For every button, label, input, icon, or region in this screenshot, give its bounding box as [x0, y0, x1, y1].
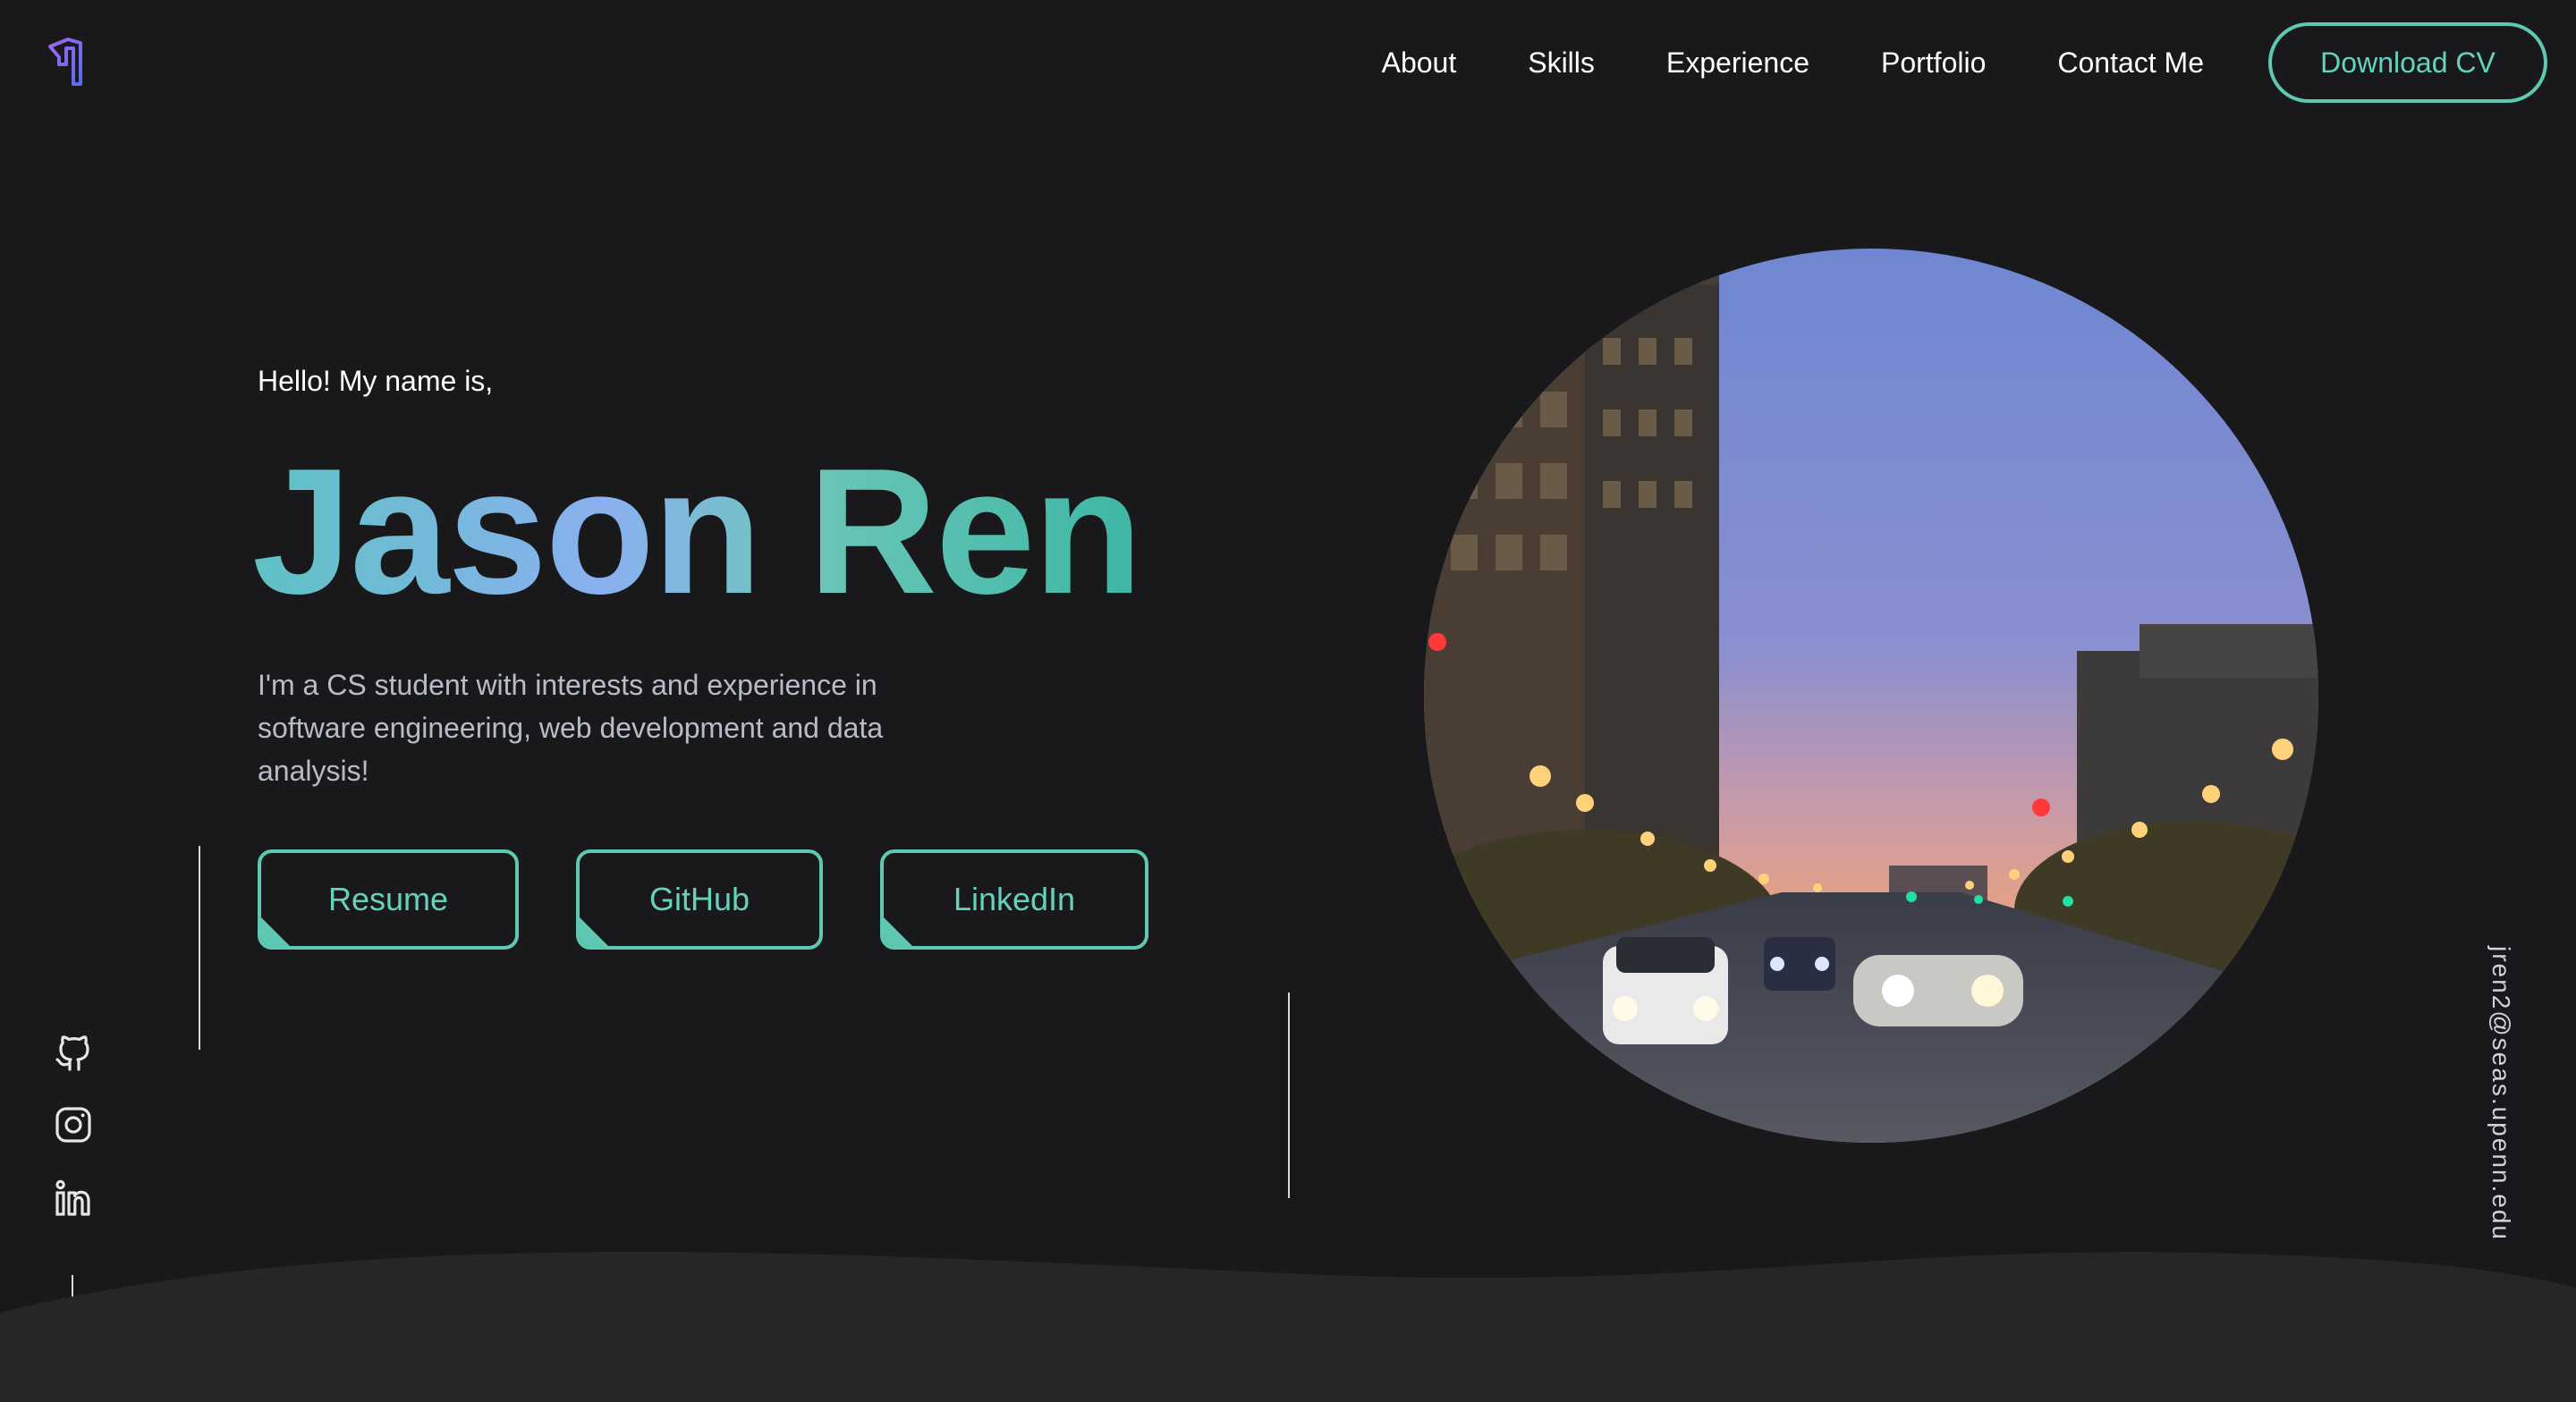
linkedin-button[interactable]: LinkedIn: [880, 849, 1148, 950]
nav-experience[interactable]: Experience: [1666, 46, 1809, 80]
nav-about[interactable]: About: [1382, 46, 1457, 80]
nav-contact[interactable]: Contact Me: [2057, 46, 2204, 80]
page: About Skills Experience Portfolio Contac…: [0, 0, 2576, 1402]
nav-skills[interactable]: Skills: [1528, 46, 1595, 80]
divider-line: [1288, 992, 1290, 1198]
download-cv-button[interactable]: Download CV: [2268, 22, 2547, 103]
main-nav: About Skills Experience Portfolio Contac…: [1382, 20, 2547, 106]
email-link[interactable]: jren2@seas.upenn.edu: [2487, 946, 2515, 1241]
wave-divider: [0, 1252, 2576, 1402]
hero-buttons: Resume GitHub LinkedIn: [258, 849, 1148, 950]
resume-button[interactable]: Resume: [258, 849, 519, 950]
hero-description: I'm a CS student with interests and expe…: [258, 669, 884, 787]
linkedin-icon[interactable]: [52, 1177, 95, 1220]
github-icon[interactable]: [52, 1030, 95, 1073]
hero-photo: [1424, 249, 2318, 1143]
social-links: [52, 1030, 98, 1250]
instagram-icon[interactable]: [52, 1103, 95, 1146]
nav-portfolio[interactable]: Portfolio: [1881, 46, 1986, 80]
hero-name: Jason Ren: [252, 432, 1142, 631]
github-button[interactable]: GitHub: [576, 849, 823, 950]
greeting: Hello! My name is,: [258, 365, 494, 397]
divider-line: [199, 846, 200, 1050]
logo-icon[interactable]: [47, 38, 84, 88]
